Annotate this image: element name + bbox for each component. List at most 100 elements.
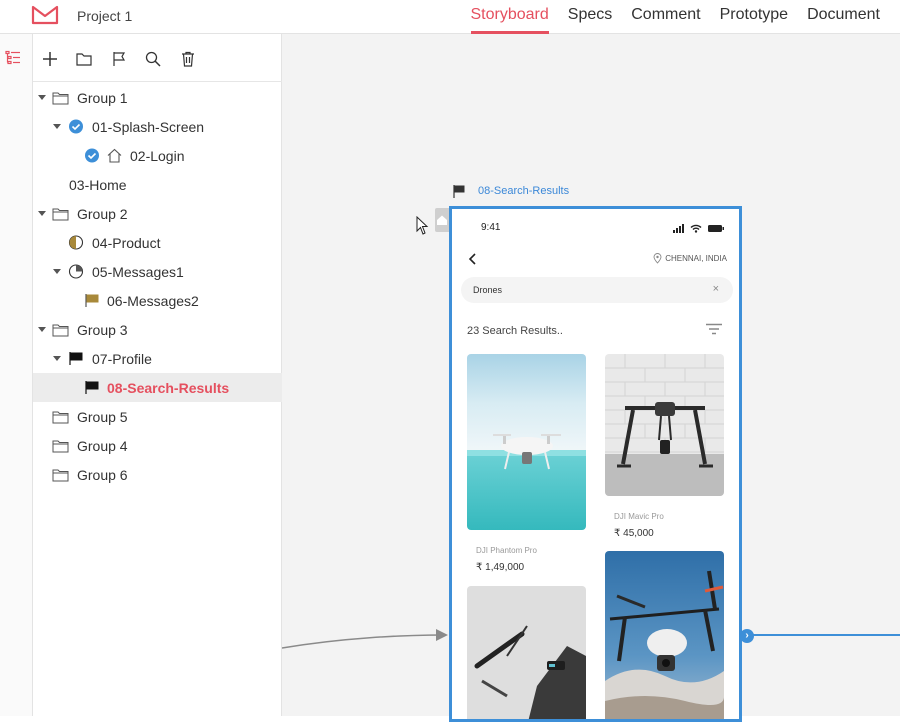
link-handle-icon[interactable]: ›: [740, 629, 754, 643]
tree-item-search-results[interactable]: 08-Search-Results: [33, 373, 282, 402]
tree-item-group-2[interactable]: Group 2: [33, 199, 282, 228]
product-price: ₹ 1,49,000: [476, 562, 525, 573]
flag-icon[interactable]: [110, 50, 128, 68]
home-icon: [437, 215, 447, 225]
tab-specs[interactable]: Specs: [568, 0, 612, 34]
tree-item-group-6[interactable]: Group 6: [33, 460, 282, 489]
tree-item-messages1[interactable]: 05-Messages1: [33, 257, 282, 286]
location-text: CHENNAI, INDIA: [665, 254, 727, 263]
folder-icon: [52, 411, 69, 424]
folder-icon: [52, 440, 69, 453]
drone-photo: [605, 551, 724, 719]
filter-icon[interactable]: [705, 323, 723, 335]
trash-icon[interactable]: [179, 50, 197, 68]
tree-item-label: 01-Splash-Screen: [92, 119, 205, 135]
product-image-phantom[interactable]: [467, 354, 586, 530]
storyboard-tree-panel: Group 1 01-Splash-Screen 02-Login 03-Hom…: [33, 34, 282, 716]
app-logo-icon[interactable]: [31, 5, 59, 25]
layers-list-icon[interactable]: [5, 50, 21, 68]
incoming-link-arrow[interactable]: [282, 624, 452, 664]
tree-item-label: Group 5: [77, 409, 128, 425]
tab-prototype[interactable]: Prototype: [720, 0, 788, 34]
drone-photo: [467, 586, 586, 719]
tree-item-label: 08-Search-Results: [107, 380, 230, 396]
caret-down-icon[interactable]: [53, 124, 61, 129]
folder-icon: [52, 92, 69, 105]
tree-item-profile[interactable]: 07-Profile: [33, 344, 282, 373]
tree-item-group-5[interactable]: Group 5: [33, 402, 282, 431]
flag-black-icon: [453, 185, 465, 198]
product-name: DJI Phantom Pro: [476, 546, 537, 555]
signal-icon: [673, 224, 684, 233]
tree-item-label: 07-Profile: [92, 351, 152, 367]
flag-gold-icon: [85, 294, 99, 307]
location-indicator[interactable]: CHENNAI, INDIA: [653, 253, 727, 264]
tree-item-label: 04-Product: [92, 235, 161, 251]
flag-black-icon: [85, 381, 99, 394]
top-bar: Project 1 Storyboard Specs Comment Proto…: [0, 0, 900, 34]
tree-item-group-3[interactable]: Group 3: [33, 315, 282, 344]
tree-item-splash[interactable]: 01-Splash-Screen: [33, 112, 282, 141]
project-title: Project 1: [77, 8, 133, 24]
start-screen-marker[interactable]: [435, 208, 449, 232]
caret-down-icon[interactable]: [53, 269, 61, 274]
status-time: 9:41: [481, 222, 501, 233]
folder-icon[interactable]: [75, 50, 93, 68]
caret-down-icon[interactable]: [38, 95, 46, 100]
wifi-icon: [690, 224, 702, 233]
tree-toolbar: [33, 34, 282, 82]
tab-storyboard[interactable]: Storyboard: [470, 0, 550, 34]
check-circle-icon: [69, 119, 83, 134]
caret-down-icon[interactable]: [53, 356, 61, 361]
search-value: Drones: [473, 285, 503, 295]
tab-comment[interactable]: Comment: [631, 0, 700, 34]
mouse-cursor-icon: [416, 216, 429, 235]
tree-item-label: Group 1: [77, 90, 128, 106]
tree-item-label: Group 2: [77, 206, 128, 222]
screen-tree: Group 1 01-Splash-Screen 02-Login 03-Hom…: [33, 83, 282, 489]
drone-photo: [467, 354, 586, 530]
half-circle-icon: [68, 235, 84, 250]
tree-item-group-4[interactable]: Group 4: [33, 431, 282, 460]
check-circle-icon: [85, 148, 99, 163]
tree-item-home[interactable]: 03-Home: [33, 170, 282, 199]
tree-item-label: 02-Login: [130, 148, 185, 164]
product-image-mavic[interactable]: [605, 354, 724, 496]
outgoing-link-line[interactable]: [742, 634, 900, 636]
tab-document[interactable]: Document: [807, 0, 880, 34]
tree-item-group-1[interactable]: Group 1: [33, 83, 282, 112]
flag-black-icon: [69, 352, 83, 365]
back-arrow-icon[interactable]: [468, 252, 478, 266]
home-icon: [107, 148, 122, 163]
artboard-label[interactable]: 08-Search-Results: [452, 184, 569, 198]
tree-item-label: Group 3: [77, 322, 128, 338]
quarter-circle-icon: [68, 264, 84, 279]
product-name: DJI Mavic Pro: [614, 512, 664, 521]
search-input[interactable]: Drones ×: [461, 277, 733, 303]
caret-down-icon[interactable]: [38, 327, 46, 332]
tree-item-label: Group 6: [77, 467, 128, 483]
folder-icon: [52, 208, 69, 221]
tree-item-login[interactable]: 02-Login: [33, 141, 282, 170]
location-pin-icon: [653, 253, 662, 264]
drone-photo: [605, 354, 724, 496]
tree-item-messages2[interactable]: 06-Messages2: [33, 286, 282, 315]
caret-down-icon[interactable]: [38, 211, 46, 216]
folder-icon: [52, 469, 69, 482]
tree-item-label: 05-Messages1: [92, 264, 184, 280]
folder-icon: [52, 324, 69, 337]
product-image-drone-4[interactable]: [605, 551, 724, 719]
artboard-search-results[interactable]: 9:41 CHENNAI, INDIA Drones × 23 Search R…: [449, 206, 742, 722]
product-image-drone-3[interactable]: [467, 586, 586, 719]
product-price: ₹ 45,000: [614, 528, 654, 539]
tree-item-product[interactable]: 04-Product: [33, 228, 282, 257]
tree-item-label: Group 4: [77, 438, 128, 454]
search-icon[interactable]: [144, 50, 162, 68]
tree-item-label: 06-Messages2: [107, 293, 199, 309]
left-rail: [0, 34, 33, 716]
clear-icon[interactable]: ×: [713, 283, 719, 295]
main-tabs: Storyboard Specs Comment Prototype Docum…: [452, 0, 880, 34]
status-icons: [673, 224, 724, 233]
add-icon[interactable]: [41, 50, 59, 68]
artboard-title: 08-Search-Results: [478, 185, 570, 197]
